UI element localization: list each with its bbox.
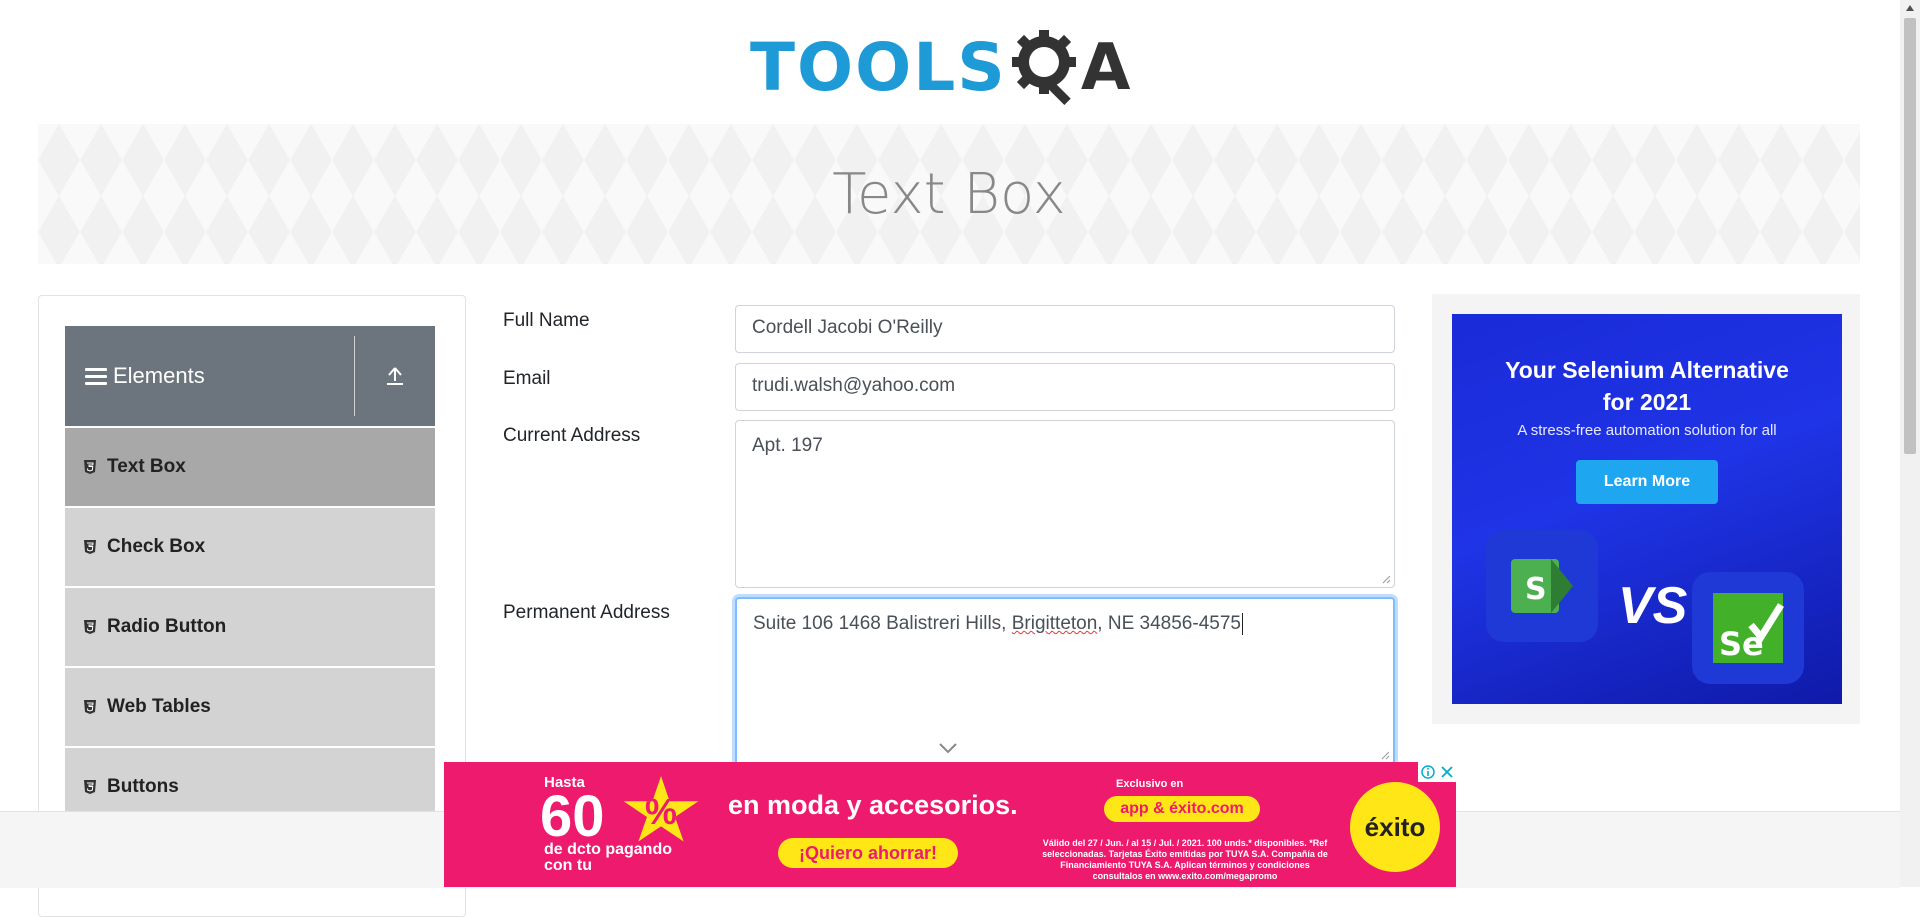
vertical-scrollbar[interactable] <box>1900 0 1920 887</box>
text-caret <box>1241 613 1243 635</box>
logo-text: TOOLS <box>750 29 1007 106</box>
current-address-label: Current Address <box>503 425 641 446</box>
learn-more-button[interactable]: Learn More <box>1576 460 1718 504</box>
scrollbar-thumb[interactable] <box>1904 18 1916 454</box>
ad-app-badge: app & éxito.com <box>1104 796 1260 822</box>
sidebar-item-label: Check Box <box>107 536 206 557</box>
full-name-label: Full Name <box>503 310 590 331</box>
sidebar-item-radio-button[interactable]: Radio Button <box>65 588 435 668</box>
email-input[interactable]: trudi.walsh@yahoo.com <box>735 363 1395 411</box>
email-label: Email <box>503 368 551 389</box>
ad-subtitle: A stress-free automation solution for al… <box>1517 422 1777 439</box>
sidebar-item-text-box[interactable]: Text Box <box>65 428 435 508</box>
ad-headline-line1: Your Selenium Alternative <box>1505 357 1789 383</box>
ad-controls <box>1418 762 1456 782</box>
selenium-alternative-ad[interactable]: Your Selenium Alternative for 2021 A str… <box>1452 314 1842 704</box>
permanent-address-textarea[interactable]: Suite 106 1468 Balistreri Hills, Brigitt… <box>735 597 1395 765</box>
svg-text:Se: Se <box>1719 625 1764 663</box>
sidebar-item-label: Text Box <box>107 456 186 477</box>
ad-legal-text: Válido del 27 / Jun. / al 15 / Jul. / 20… <box>1042 838 1328 881</box>
misspelled-word: Brigitteton <box>1011 613 1098 635</box>
html5-icon <box>83 459 97 475</box>
ad-cta-button[interactable]: ¡Quiero ahorrar! <box>778 838 958 868</box>
scroll-up-arrow-icon[interactable] <box>1905 4 1915 12</box>
html5-icon <box>83 779 97 795</box>
exito-ad-banner[interactable]: Hasta 60 % de dcto pagando con tu en mod… <box>444 762 1456 887</box>
ad-dcto-line2: con tu <box>544 857 592 874</box>
current-address-value: Apt. 197 <box>752 435 823 456</box>
sidebar-item-label: Web Tables <box>107 696 211 717</box>
exito-logo: éxito <box>1350 782 1440 872</box>
current-address-textarea[interactable]: Apt. 197 <box>735 420 1395 588</box>
chevron-down-icon[interactable] <box>938 742 958 754</box>
ad-percent-number: 60 <box>540 784 605 849</box>
ad-info-icon[interactable] <box>1420 765 1435 779</box>
sidebar-group-elements[interactable]: Elements <box>65 326 435 426</box>
page-title: Text Box <box>832 161 1066 227</box>
permanent-address-label: Permanent Address <box>503 602 670 623</box>
sidebar-group-title: Elements <box>113 363 205 388</box>
hamburger-icon <box>85 364 107 389</box>
svg-text:S: S <box>1525 572 1547 607</box>
toolsqa-logo[interactable]: TOOLS A <box>750 18 1156 118</box>
testproject-logo-icon: S <box>1486 530 1598 642</box>
html5-icon <box>83 619 97 635</box>
versus-text: VS <box>1618 577 1688 635</box>
sidebar-item-web-tables[interactable]: Web Tables <box>65 668 435 748</box>
ad-headline-line2: for 2021 <box>1602 389 1692 415</box>
collapse-arrow-icon[interactable] <box>355 365 435 387</box>
ad-tagline: en moda y accesorios. <box>728 790 1018 820</box>
resize-grip-icon[interactable] <box>1381 574 1391 584</box>
ad-dcto-line1: de dcto pagando <box>544 841 672 858</box>
ad-close-icon[interactable] <box>1440 765 1454 779</box>
html5-icon <box>83 539 97 555</box>
html5-icon <box>83 699 97 715</box>
sidebar-item-label: Buttons <box>107 776 179 797</box>
full-name-input[interactable]: Cordell Jacobi O'Reilly <box>735 305 1395 353</box>
page-banner: Text Box <box>38 124 1860 264</box>
sidebar-item-check-box[interactable]: Check Box <box>65 508 435 588</box>
logo-a: A <box>1080 31 1131 105</box>
ad-exclusivo-text: Exclusivo en <box>1116 778 1184 790</box>
resize-grip-icon[interactable] <box>1380 750 1390 760</box>
gear-magnifier-icon <box>1011 30 1076 106</box>
selenium-logo-icon: Se <box>1692 572 1804 684</box>
sidebar-item-label: Radio Button <box>107 616 227 637</box>
star-percent-icon: % <box>623 776 699 842</box>
